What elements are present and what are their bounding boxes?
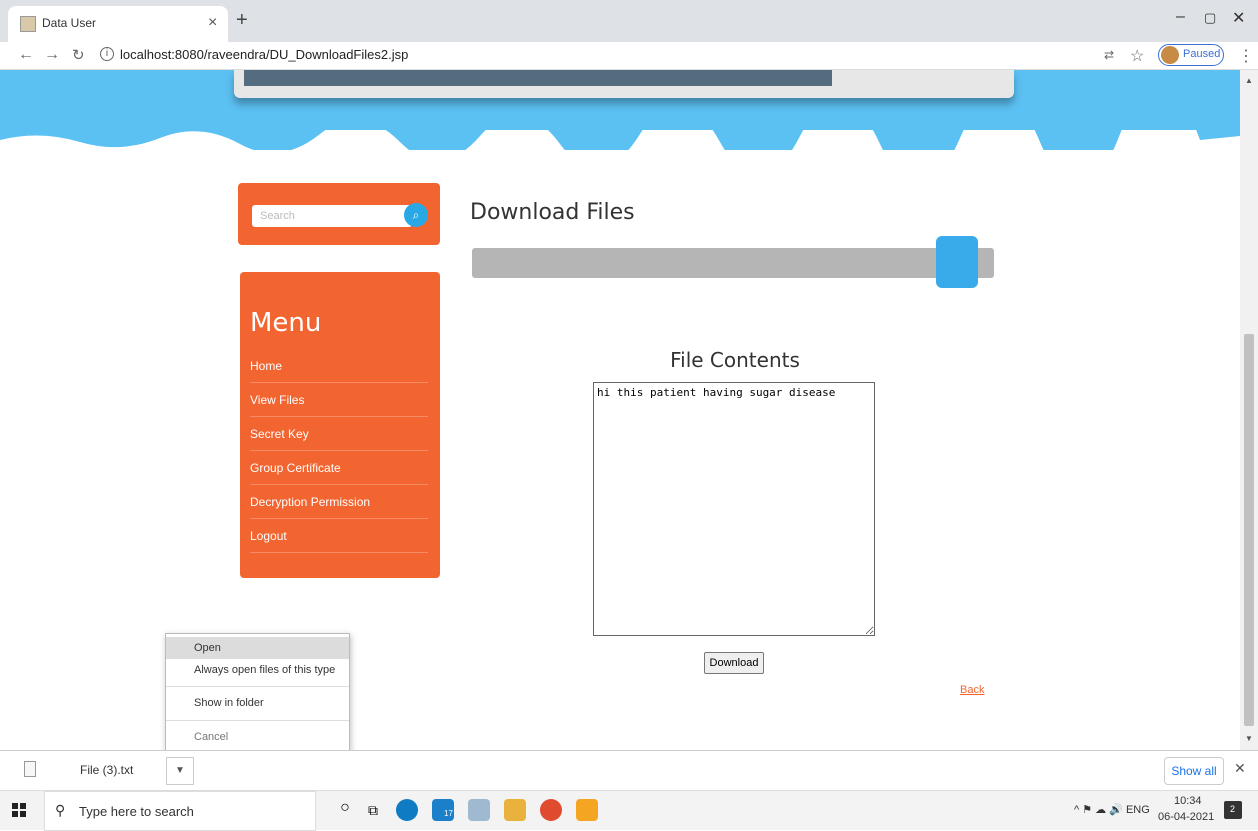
edge-icon[interactable] <box>396 799 418 821</box>
maximize-icon[interactable]: ▢ <box>1204 10 1216 26</box>
browser-tab-strip: Data User × + – ▢ ✕ <box>0 0 1258 42</box>
forward-arrow-icon[interactable]: → <box>44 46 60 64</box>
address-bar: ← → ↻ i localhost:8080/raveendra/DU_Down… <box>0 42 1258 70</box>
notification-icon[interactable]: 2 <box>1224 801 1242 819</box>
context-item-open[interactable]: Open <box>166 637 349 659</box>
url-field[interactable]: localhost:8080/raveendra/DU_DownloadFile… <box>120 47 408 62</box>
back-arrow-icon[interactable]: ← <box>18 46 34 64</box>
sidebar-item-secret-key[interactable]: Secret Key <box>250 417 428 451</box>
windows-start-icon[interactable] <box>12 803 26 817</box>
close-icon[interactable]: ✕ <box>1234 760 1246 777</box>
tab-close-icon[interactable]: × <box>208 14 217 32</box>
taskbar-search-placeholder: Type here to search <box>79 804 194 819</box>
badge-count: 17 <box>444 809 453 818</box>
sidebar-item-group-certificate[interactable]: Group Certificate <box>250 451 428 485</box>
decorative-bar <box>472 248 994 278</box>
context-item-show-in-folder[interactable]: Show in folder <box>166 692 349 714</box>
clock-date[interactable]: 06-04-2021 <box>1158 811 1214 823</box>
app-icon[interactable] <box>576 799 598 821</box>
chrome-icon[interactable] <box>540 799 562 821</box>
context-separator <box>166 686 349 687</box>
scrollbar-thumb[interactable] <box>1244 334 1254 726</box>
search-icon: ⚲ <box>55 802 66 818</box>
profile-paused-button[interactable]: Paused <box>1158 44 1224 66</box>
context-item-always-open[interactable]: Always open files of this type <box>166 659 349 681</box>
taskbar-search-box[interactable]: ⚲ Type here to search <box>44 791 316 831</box>
download-file-name[interactable]: File (3).txt <box>80 763 133 777</box>
sidebar-item-decryption-permission[interactable]: Decryption Permission <box>250 485 428 519</box>
show-all-button[interactable]: Show all <box>1164 757 1224 785</box>
search-panel: ⌕ <box>238 183 440 245</box>
download-shelf: File (3).txt ▼ Show all ✕ <box>0 750 1258 790</box>
task-view-icon[interactable]: ⧉ <box>362 799 384 821</box>
sidebar-item-logout[interactable]: Logout <box>250 519 428 553</box>
new-tab-icon[interactable]: + <box>236 10 248 30</box>
window-close-icon[interactable]: ✕ <box>1232 8 1245 28</box>
reload-icon[interactable]: ↻ <box>72 46 85 64</box>
vertical-scrollbar[interactable]: ▲ ▼ <box>1240 70 1258 750</box>
minimize-icon[interactable]: – <box>1176 8 1185 26</box>
notification-count: 2 <box>1230 804 1236 814</box>
store-icon[interactable]: 17 <box>432 799 454 821</box>
cortana-icon[interactable]: ○ <box>334 799 356 821</box>
bookmark-star-icon[interactable]: ☆ <box>1130 46 1144 66</box>
decorative-blob <box>936 236 978 288</box>
language-indicator[interactable]: ENG <box>1126 804 1150 816</box>
menu-title: Menu <box>250 308 322 338</box>
file-explorer-icon[interactable] <box>504 799 526 821</box>
clock-time[interactable]: 10:34 <box>1174 795 1202 807</box>
info-icon[interactable]: i <box>100 47 114 61</box>
back-link[interactable]: Back <box>960 684 984 696</box>
download-context-menu: Open Always open files of this type Show… <box>165 633 350 751</box>
amazon-icon[interactable] <box>468 799 490 821</box>
file-contents-textarea[interactable]: hi this patient having sugar disease <box>593 382 875 636</box>
scroll-up-icon[interactable]: ▲ <box>1245 76 1253 85</box>
favicon-icon <box>20 16 36 32</box>
translate-icon[interactable]: ⇄ <box>1104 48 1114 62</box>
windows-taskbar: ⚲ Type here to search ○ ⧉ 17 ^ ⚑ ☁ 🔊 ENG… <box>0 790 1258 831</box>
sidebar-item-view-files[interactable]: View Files <box>250 383 428 417</box>
sidebar-menu: Menu Home View Files Secret Key Group Ce… <box>240 272 440 578</box>
browser-tab[interactable]: Data User × <box>8 6 228 42</box>
header-banner-frame <box>234 70 1014 98</box>
page-title: Download Files <box>470 200 635 225</box>
search-icon[interactable]: ⌕ <box>404 203 428 227</box>
context-item-cancel[interactable]: Cancel <box>166 726 349 748</box>
avatar <box>1161 46 1179 64</box>
context-separator <box>166 720 349 721</box>
file-contents-heading: File Contents <box>670 348 800 372</box>
file-icon <box>24 761 36 777</box>
chevron-down-icon[interactable]: ▼ <box>166 757 194 785</box>
browser-menu-icon[interactable]: ⋮ <box>1238 46 1254 66</box>
download-button[interactable]: Download <box>704 652 764 674</box>
system-tray[interactable]: ^ ⚑ ☁ 🔊 ENG <box>1074 803 1150 816</box>
search-input[interactable] <box>252 205 412 227</box>
cloud-edge <box>0 130 1240 160</box>
scroll-down-icon[interactable]: ▼ <box>1245 734 1253 743</box>
tab-title: Data User <box>42 16 97 30</box>
banner-image <box>244 70 832 86</box>
paused-label: Paused <box>1183 48 1221 60</box>
sidebar-item-home[interactable]: Home <box>250 349 428 383</box>
